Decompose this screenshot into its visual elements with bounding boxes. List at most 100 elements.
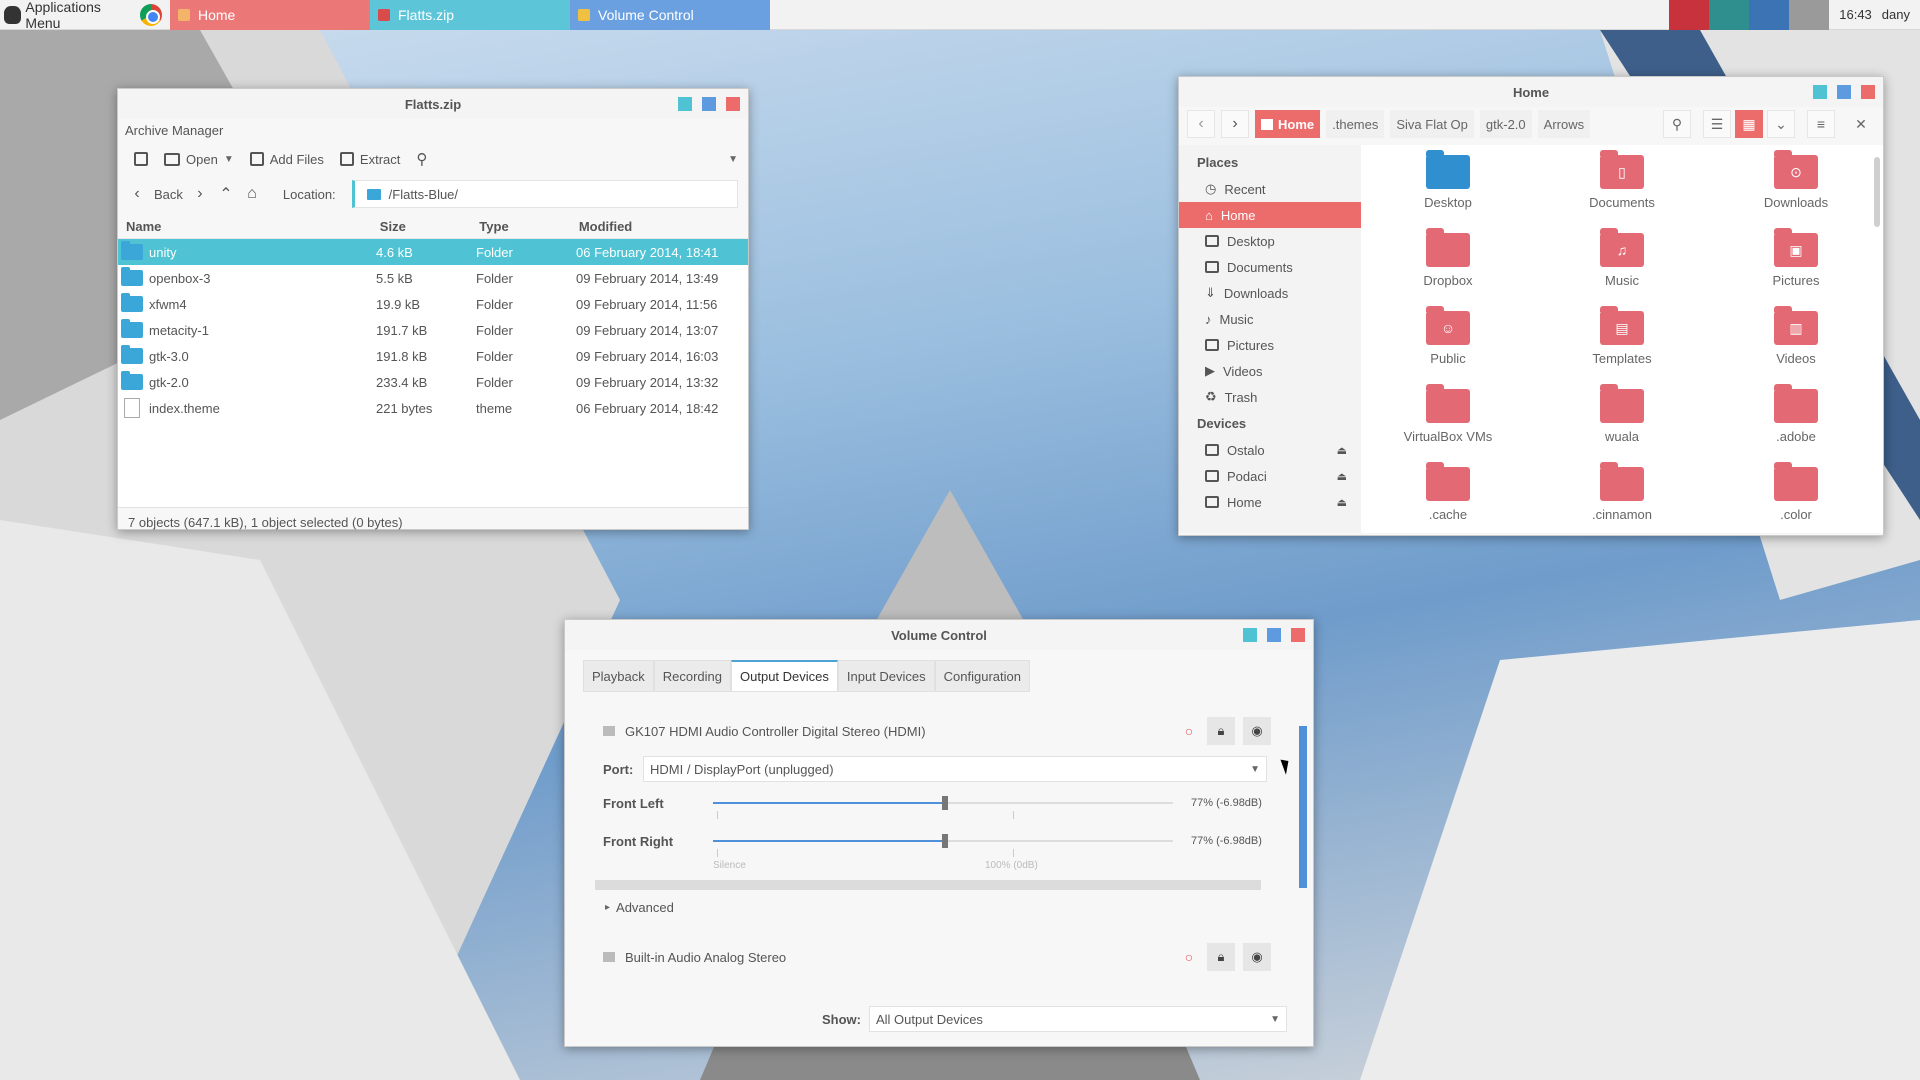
maximize-button[interactable] xyxy=(1267,628,1281,642)
grid-item-downloads[interactable]: ⊙ Downloads xyxy=(1719,150,1874,225)
taskbar-item-volume-control[interactable]: Volume Control xyxy=(570,0,770,30)
close-button[interactable] xyxy=(1861,85,1875,99)
grid-item-desktop[interactable]: Desktop xyxy=(1371,150,1526,225)
home-icon[interactable]: ⌂ xyxy=(243,185,261,203)
applications-menu-button[interactable]: Applications Menu xyxy=(0,0,140,31)
table-row[interactable]: metacity-1 191.7 kB Folder 09 February 2… xyxy=(118,317,748,343)
tab-playback[interactable]: Playback xyxy=(583,660,654,692)
sidebar-item-desktop[interactable]: Desktop xyxy=(1179,228,1361,254)
chrome-launcher-icon[interactable] xyxy=(140,3,162,26)
taskbar-item-flatts-zip[interactable]: Flatts.zip xyxy=(370,0,570,30)
breadcrumb-gtk-2-0[interactable]: gtk-2.0 xyxy=(1479,110,1532,138)
column-size[interactable]: Size xyxy=(380,219,480,234)
column-type[interactable]: Type xyxy=(479,219,579,234)
grid-item-cinnamon[interactable]: .cinnamon xyxy=(1545,462,1700,533)
sidebar-item-downloads[interactable]: ⇓ Downloads xyxy=(1179,280,1361,306)
table-row[interactable]: openbox-3 5.5 kB Folder 09 February 2014… xyxy=(118,265,748,291)
workspace-2[interactable] xyxy=(1709,0,1750,30)
extract-button[interactable]: Extract xyxy=(334,145,406,173)
clock[interactable]: 16:43 xyxy=(1829,7,1882,22)
new-archive-button[interactable] xyxy=(128,145,154,173)
grid-item-videos[interactable]: ▥ Videos xyxy=(1719,306,1874,381)
grid-item-color[interactable]: .color xyxy=(1719,462,1874,533)
tab-recording[interactable]: Recording xyxy=(653,660,732,692)
eject-icon[interactable]: ⏏ xyxy=(1337,470,1347,483)
breadcrumb-home[interactable]: Home xyxy=(1255,110,1321,138)
forward-arrow-icon[interactable]: › xyxy=(191,185,209,203)
table-row[interactable]: index.theme 221 bytes theme 06 February … xyxy=(118,395,748,421)
horizontal-scrollbar[interactable] xyxy=(595,880,1261,890)
close-button[interactable] xyxy=(726,97,740,111)
workspace-1[interactable] xyxy=(1669,0,1710,30)
eject-icon[interactable]: ⏏ xyxy=(1337,496,1347,509)
minimize-button[interactable] xyxy=(1813,85,1827,99)
grid-item-wuala[interactable]: wuala xyxy=(1545,384,1700,459)
close-tab-button[interactable]: ✕ xyxy=(1847,110,1875,138)
set-fallback-button[interactable]: ◉ xyxy=(1243,943,1271,971)
port-select[interactable]: HDMI / DisplayPort (unplugged) ▼ xyxy=(643,756,1267,782)
sidebar-item-pictures[interactable]: Pictures xyxy=(1179,332,1361,358)
up-arrow-icon[interactable]: ⌃ xyxy=(217,184,235,204)
list-view-button[interactable]: ☰ xyxy=(1703,110,1731,138)
show-select[interactable]: All Output Devices ▼ xyxy=(869,1006,1287,1032)
scrollbar[interactable] xyxy=(1874,157,1880,227)
titlebar[interactable]: Flatts.zip xyxy=(118,89,748,119)
sidebar-item-documents[interactable]: Documents xyxy=(1179,254,1361,280)
maximize-button[interactable] xyxy=(702,97,716,111)
grid-item-adobe[interactable]: .adobe xyxy=(1719,384,1874,459)
grid-item-music[interactable]: ♫ Music xyxy=(1545,228,1700,303)
sidebar-item-trash[interactable]: ♻ Trash xyxy=(1179,384,1361,410)
sidebar-item-home-device[interactable]: Home ⏏ xyxy=(1179,489,1361,515)
breadcrumb-themes[interactable]: .themes xyxy=(1326,110,1385,138)
back-button[interactable]: ‹ xyxy=(1187,110,1215,138)
minimize-button[interactable] xyxy=(678,97,692,111)
sidebar-item-podaci[interactable]: Podaci ⏏ xyxy=(1179,463,1361,489)
column-modified[interactable]: Modified xyxy=(579,219,748,234)
sidebar-item-recent[interactable]: ◷ Recent xyxy=(1179,176,1361,202)
menu-button[interactable]: ≡ xyxy=(1807,110,1835,138)
grid-item-dropbox[interactable]: Dropbox xyxy=(1371,228,1526,303)
breadcrumb-siva-flat-op[interactable]: Siva Flat Op xyxy=(1390,110,1474,138)
add-files-button[interactable]: Add Files xyxy=(244,145,330,173)
sidebar-item-home[interactable]: ⌂ Home xyxy=(1179,202,1361,228)
view-options-button[interactable]: ⌄ xyxy=(1767,110,1795,138)
volume-slider-front-left[interactable] xyxy=(713,793,1173,819)
maximize-button[interactable] xyxy=(1837,85,1851,99)
titlebar[interactable]: Volume Control xyxy=(565,620,1313,650)
grid-item-public[interactable]: ☺ Public xyxy=(1371,306,1526,381)
minimize-button[interactable] xyxy=(1243,628,1257,642)
slider-handle[interactable] xyxy=(942,834,948,848)
tab-configuration[interactable]: Configuration xyxy=(934,660,1030,692)
volume-slider-front-right[interactable] xyxy=(713,831,1173,857)
column-name[interactable]: Name xyxy=(126,219,380,234)
lock-channels-button[interactable]: 🔒︎ xyxy=(1207,717,1235,745)
advanced-expander[interactable]: ▸ Advanced xyxy=(583,890,1295,924)
grid-item-cache[interactable]: .cache xyxy=(1371,462,1526,533)
table-row[interactable]: xfwm4 19.9 kB Folder 09 February 2014, 1… xyxy=(118,291,748,317)
table-row[interactable]: unity 4.6 kB Folder 06 February 2014, 18… xyxy=(118,239,748,265)
tab-output-devices[interactable]: Output Devices xyxy=(731,660,838,692)
user-name[interactable]: dany xyxy=(1882,7,1920,22)
titlebar[interactable]: Home xyxy=(1179,77,1883,107)
default-device-icon[interactable]: ○ xyxy=(1179,717,1199,745)
icon-view-button[interactable]: ▦ xyxy=(1735,110,1763,138)
sidebar-item-videos[interactable]: ▶ Videos xyxy=(1179,358,1361,384)
forward-button[interactable]: › xyxy=(1221,110,1249,138)
location-input[interactable]: /Flatts-Blue/ xyxy=(351,180,738,208)
table-row[interactable]: gtk-2.0 233.4 kB Folder 09 February 2014… xyxy=(118,369,748,395)
tab-input-devices[interactable]: Input Devices xyxy=(837,660,935,692)
sidebar-item-music[interactable]: ♪ Music xyxy=(1179,306,1361,332)
back-button[interactable]: Back xyxy=(154,187,183,202)
workspace-4[interactable] xyxy=(1789,0,1830,30)
open-button[interactable]: Open ▼ xyxy=(158,145,240,173)
eject-icon[interactable]: ⏏ xyxy=(1337,444,1347,457)
taskbar-item-home[interactable]: Home xyxy=(170,0,370,30)
vertical-scrollbar[interactable] xyxy=(1299,726,1307,888)
grid-item-virtualbox-vms[interactable]: VirtualBox VMs xyxy=(1371,384,1526,459)
table-row[interactable]: gtk-3.0 191.8 kB Folder 09 February 2014… xyxy=(118,343,748,369)
sidebar-item-ostalo[interactable]: Ostalo ⏏ xyxy=(1179,437,1361,463)
grid-item-pictures[interactable]: ▣ Pictures xyxy=(1719,228,1874,303)
search-button[interactable]: ⚲ xyxy=(1663,110,1691,138)
search-button[interactable]: ⚲ xyxy=(410,145,433,173)
workspace-3[interactable] xyxy=(1749,0,1790,30)
